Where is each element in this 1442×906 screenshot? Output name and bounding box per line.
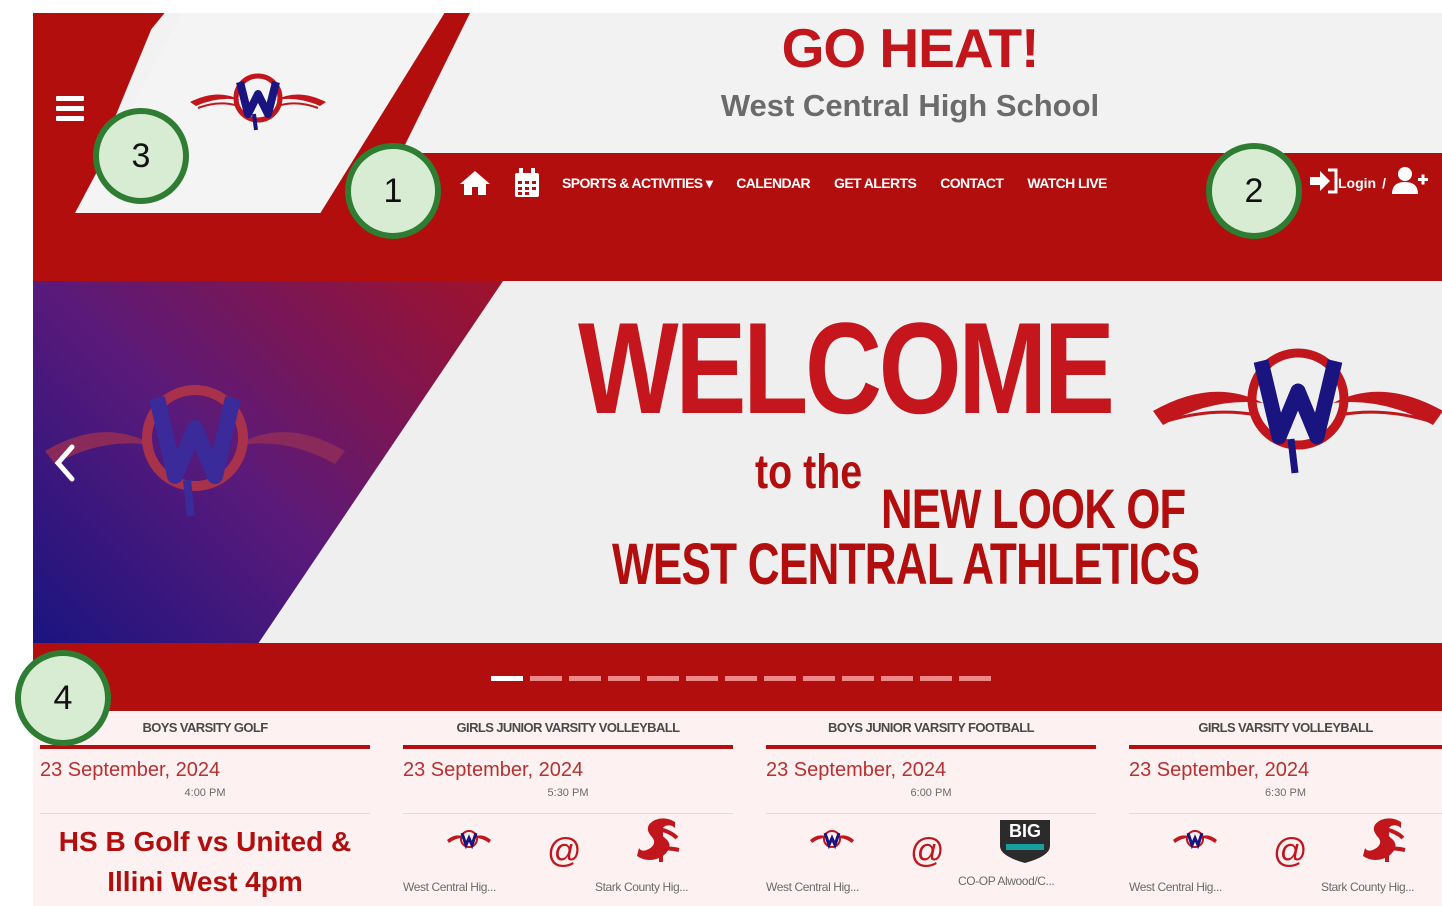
school-logo[interactable] [188,70,328,134]
register-icon[interactable] [1392,166,1428,199]
versus-at: @ [910,832,945,870]
event-card[interactable]: BOYS JUNIOR VARSITY FOOTBALL 23 Septembe… [766,711,1096,906]
versus-at: @ [547,832,582,870]
carousel-indicator[interactable] [842,676,874,681]
event-divider [1129,745,1442,749]
away-team-logo [1363,818,1406,862]
carousel-prev-icon[interactable] [50,441,80,485]
callout-4: 4 [15,650,111,746]
home-team-logo [447,830,491,850]
hero-carousel[interactable]: WELCOME to the NEW LOOK OF WEST CENTRAL … [33,281,1442,643]
event-date: 23 September, 2024 [1129,759,1310,781]
nav-sports-activities[interactable]: SPORTS & ACTIVITIES ▾ [562,175,713,192]
menu-line [56,96,84,101]
event-date: 23 September, 2024 [40,759,221,781]
site-subtitle: West Central High School [720,88,1100,123]
event-rule [40,813,370,814]
event-divider [766,745,1096,749]
carousel-indicator[interactable] [725,676,757,681]
event-card[interactable]: GIRLS JUNIOR VARSITY VOLLEYBALL 23 Septe… [403,711,733,906]
carousel-indicator[interactable] [959,676,991,681]
menu-line [56,106,84,111]
callout-3: 3 [93,108,189,204]
versus-at: @ [1273,832,1308,870]
event-divider [403,745,733,749]
carousel-indicator[interactable] [608,676,640,681]
nav-get-alerts[interactable]: GET ALERTS [834,175,917,191]
main-nav: SPORTS & ACTIVITIES ▾ CALENDAR GET ALERT… [458,168,1131,198]
page: GO HEAT! West Central High School SPORTS… [0,0,1442,906]
carousel-indicator[interactable] [764,676,796,681]
event-divider [40,745,370,749]
menu-line [56,116,84,121]
carousel-indicator[interactable] [647,676,679,681]
carousel-indicator[interactable] [803,676,835,681]
hero-welcome-text: WELCOME [578,295,1115,441]
home-team-logo [810,830,854,850]
event-card[interactable]: BOYS VARSITY GOLF 23 September, 2024 4:0… [40,711,370,906]
event-time: 4:00 PM [184,787,226,799]
carousel-indicator[interactable] [530,676,562,681]
event-time: 5:30 PM [547,787,589,799]
event-matchup: @ BIG West Central Hig... CO-OP Alwood/C… [766,814,1096,894]
home-team-name: West Central Hig... [403,880,496,894]
nav-contact[interactable]: CONTACT [940,175,1004,191]
menu-toggle-button[interactable] [56,96,86,122]
hero-west-central-athletics-text: WEST CENTRAL ATHLETICS [612,532,1200,597]
home-team-name: West Central Hig... [766,880,859,894]
home-icon[interactable] [458,169,492,197]
event-time: 6:30 PM [1265,787,1306,799]
carousel-indicator[interactable] [881,676,913,681]
event-date: 23 September, 2024 [403,759,584,781]
away-team-name: Stark County Hig... [595,880,689,894]
carousel-indicator[interactable] [920,676,952,681]
login-icon[interactable] [1308,168,1338,197]
nav-calendar[interactable]: CALENDAR [736,175,810,191]
callout-1: 1 [345,143,441,239]
auth-links: Login / [1308,166,1428,199]
event-title[interactable]: HS B Golf vs United & Illini West 4pm [40,822,370,902]
carousel-indicator[interactable] [491,676,523,681]
calendar-icon[interactable] [514,168,540,198]
nav-watch-live[interactable]: WATCH LIVE [1027,175,1107,191]
event-category: GIRLS VARSITY VOLLEYBALL [1198,720,1373,735]
auth-separator: / [1382,174,1386,191]
event-time: 6:00 PM [910,787,952,799]
hero-right-logo [1153,348,1442,474]
away-team-name: CO-OP Alwood/C... [958,874,1055,888]
carousel-indicator[interactable] [686,676,718,681]
event-card[interactable]: GIRLS VARSITY VOLLEYBALL 23 September, 2… [1129,711,1442,906]
event-matchup: @ West Central Hig... Stark County Hig..… [1129,814,1442,894]
event-date: 23 September, 2024 [766,759,947,781]
hero-to-the-text: to the [755,446,863,499]
big-teams-badge: BIG [998,818,1052,864]
event-category: BOYS JUNIOR VARSITY FOOTBALL [828,720,1035,735]
site-title: GO HEAT! [781,17,1040,79]
home-team-name: West Central Hig... [1129,880,1222,894]
login-link[interactable]: Login [1338,175,1376,191]
callout-2: 2 [1206,143,1302,239]
badge-text: BIG [1008,821,1041,841]
carousel-indicators [491,676,998,681]
carousel-indicator[interactable] [569,676,601,681]
event-category: GIRLS JUNIOR VARSITY VOLLEYBALL [456,720,680,735]
away-team-logo [637,818,680,862]
away-team-name: Stark County Hig... [1321,880,1415,894]
home-team-logo [1173,830,1217,850]
event-matchup: @ West Central Hig... Stark County Hig..… [403,814,733,894]
hero-left-logo [45,385,345,517]
